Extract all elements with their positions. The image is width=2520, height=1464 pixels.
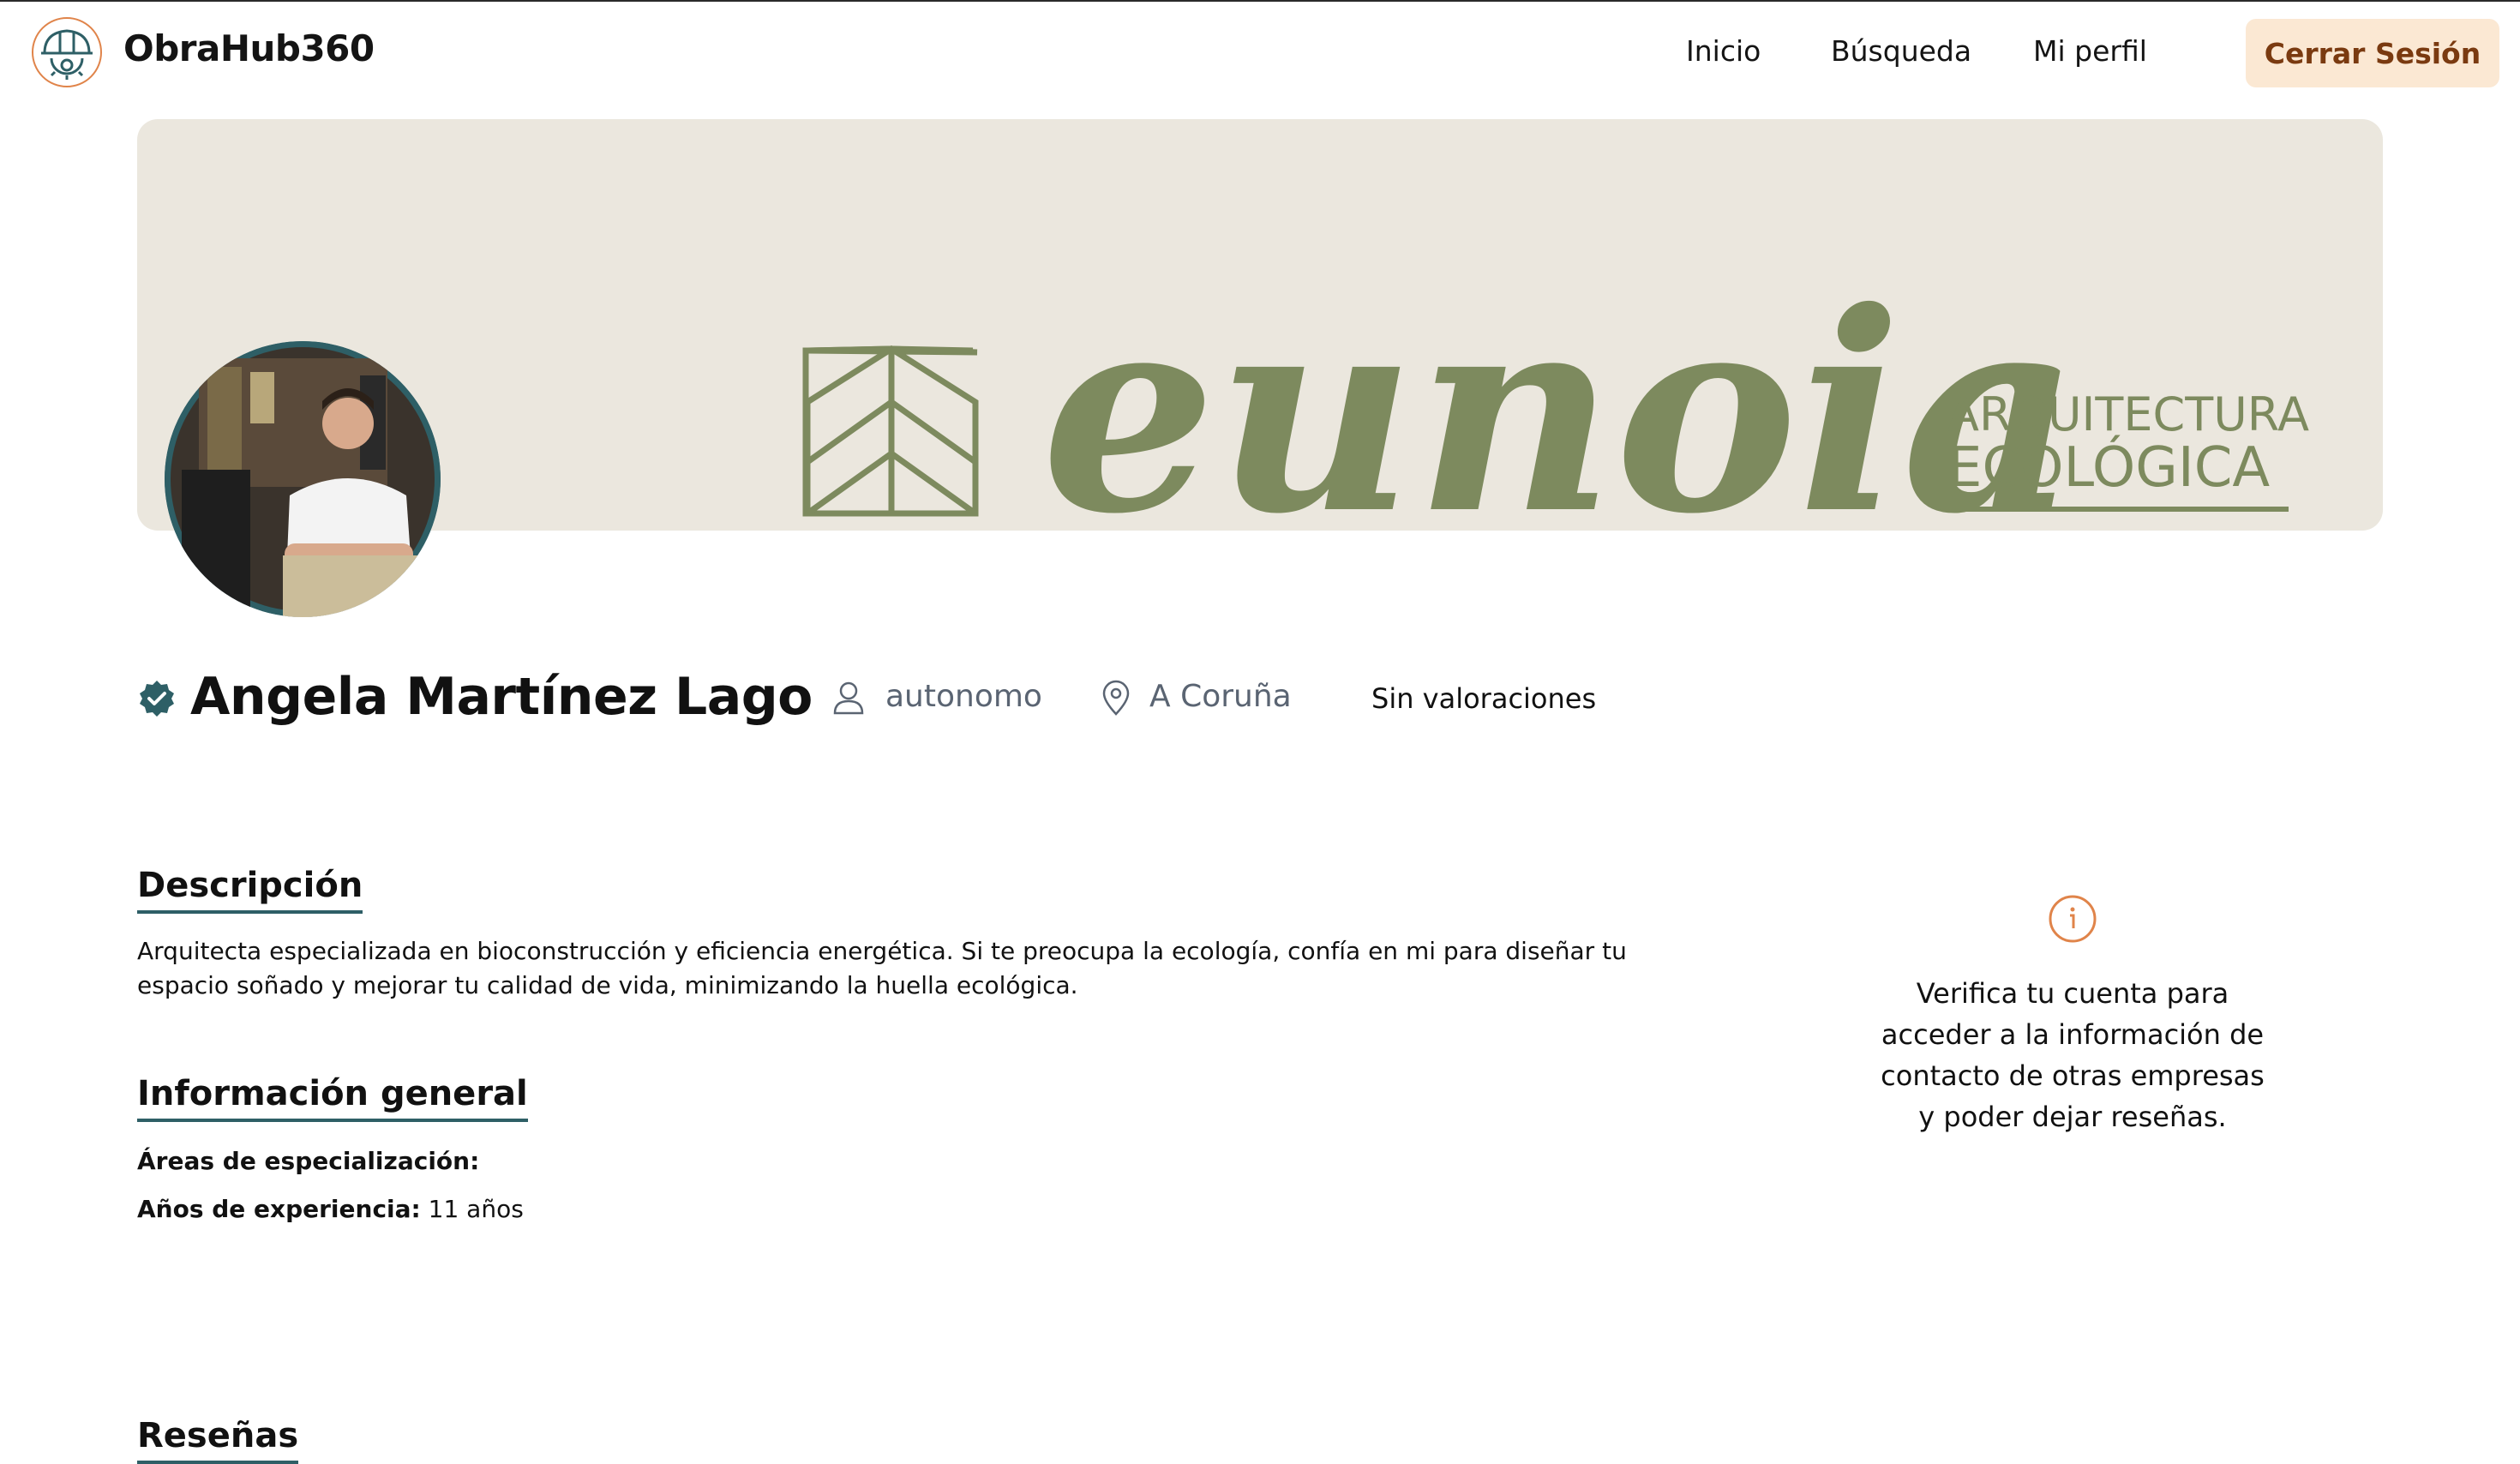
nav-link-busqueda[interactable]: Búsqueda	[1831, 34, 1971, 68]
user-icon	[830, 679, 867, 717]
section-title-informacion-general: Información general	[137, 1074, 528, 1122]
info-icon	[2048, 894, 2097, 944]
top-border	[0, 0, 2520, 2]
cover-banner: eunoia ARQUITECTURA ECOLÓGICA	[137, 119, 2383, 531]
profile-type: autonomo	[885, 679, 1042, 714]
experience-value: 11 años	[428, 1195, 524, 1223]
nav-link-mi-perfil[interactable]: Mi perfil	[2033, 34, 2147, 68]
brand-logo-icon[interactable]	[26, 15, 110, 89]
location-pin-icon	[1097, 679, 1135, 717]
banner-tagline-line2: ECOLÓGICA	[1947, 435, 2270, 500]
verified-badge-icon	[137, 679, 177, 718]
experience-row: Años de experiencia: 11 años	[137, 1195, 524, 1223]
experience-label: Años de experiencia:	[137, 1195, 421, 1223]
ratings-status: Sin valoraciones	[1371, 682, 1597, 715]
profile-name: Angela Martínez Lago	[190, 667, 813, 727]
verify-account-notice: Verifica tu cuenta para acceder a la inf…	[1881, 977, 2265, 1133]
house-outline-icon	[804, 345, 979, 517]
logout-button[interactable]: Cerrar Sesión	[2246, 19, 2499, 87]
section-title-resenas: Reseñas	[137, 1416, 299, 1464]
banner-logo-word: eunoia	[1041, 253, 2079, 531]
profile-location: A Coruña	[1149, 679, 1292, 714]
section-title-descripcion: Descripción	[137, 866, 363, 914]
brand-name[interactable]: ObraHub360	[123, 27, 375, 69]
profile-avatar	[165, 341, 441, 617]
banner-tagline-line1: ARQUITECTURA	[1947, 387, 2309, 441]
nav-link-inicio[interactable]: Inicio	[1686, 34, 1761, 68]
specialization-label: Áreas de especialización:	[137, 1147, 480, 1175]
description-text: Arquitecta especializada en bioconstrucc…	[137, 937, 1627, 999]
specialization-row: Áreas de especialización:	[137, 1147, 479, 1175]
